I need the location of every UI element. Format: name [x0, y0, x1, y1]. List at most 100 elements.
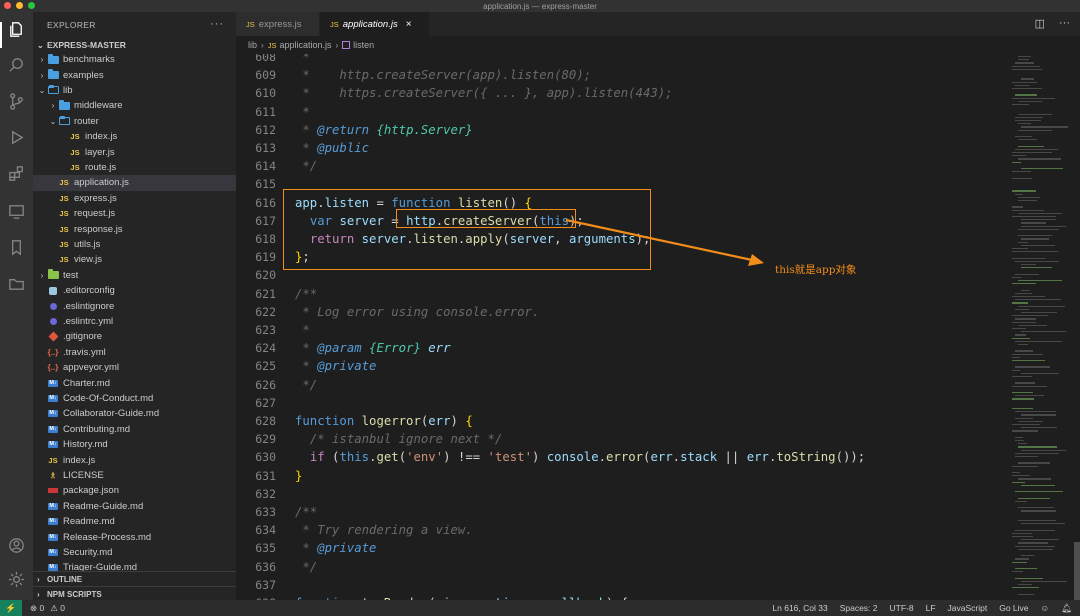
code-line[interactable]: 610 * https.createServer({ ... }, app).l… [236, 84, 1004, 102]
tree-item[interactable]: M↓ Release-Process.md [33, 529, 236, 544]
code-line[interactable]: 628 function logerror(err) { [236, 412, 1004, 430]
tree-item[interactable]: M↓ Contributing.md [33, 422, 236, 437]
code-line[interactable]: 633 /** [236, 503, 1004, 521]
tree-item[interactable]: › middleware [33, 98, 236, 113]
encoding[interactable]: UTF-8 [890, 603, 914, 613]
tree-item[interactable]: M↓ Collaborator-Guide.md [33, 406, 236, 421]
code-line[interactable]: 625 * @private [236, 357, 1004, 375]
tree-item[interactable]: M↓ History.md [33, 437, 236, 452]
folder-icon[interactable] [7, 274, 26, 293]
more-actions-icon[interactable]: ··· [1059, 17, 1070, 30]
close-window-button[interactable] [4, 2, 11, 9]
code-line[interactable]: 637 [236, 576, 1004, 594]
problems-indicator[interactable]: ⊗ 0 ⚠ 0 [30, 603, 65, 614]
language-mode[interactable]: JavaScript [948, 603, 988, 613]
tree-item[interactable]: JS layer.js [33, 144, 236, 159]
tree-item[interactable]: .editorconfig [33, 283, 236, 298]
breadcrumb-file[interactable]: application.js [279, 40, 331, 50]
minimap-code-line [1015, 260, 1060, 263]
breadcrumb-symbol[interactable]: listen [353, 40, 374, 50]
tree-item[interactable]: ⌄ lib [33, 83, 236, 98]
code-line[interactable]: 627 [236, 394, 1004, 412]
tree-item[interactable]: JS index.js [33, 452, 236, 467]
code-line[interactable]: 608 * [236, 54, 1004, 66]
explorer-icon[interactable] [7, 20, 26, 39]
more-actions-icon[interactable]: ··· [210, 18, 224, 30]
bookmarks-icon[interactable] [7, 238, 26, 257]
tree-item[interactable]: M↓ Readme.md [33, 514, 236, 529]
code-line[interactable]: 634 * Try rendering a view. [236, 521, 1004, 539]
minimap[interactable] [1004, 54, 1080, 600]
indentation[interactable]: Spaces: 2 [840, 603, 878, 613]
go-live-button[interactable]: Go Live [999, 603, 1028, 613]
tree-item[interactable]: JS route.js [33, 160, 236, 175]
code-line[interactable]: 636 */ [236, 558, 1004, 576]
remote-explorer-icon[interactable] [7, 202, 26, 221]
code-line[interactable]: 623 * [236, 321, 1004, 339]
search-icon[interactable] [7, 56, 26, 75]
tree-item[interactable]: JS application.js [33, 175, 236, 191]
zoom-window-button[interactable] [28, 2, 35, 9]
code-line[interactable]: 630 if (this.get('env') !== 'test') cons… [236, 448, 1004, 466]
minimap-code-line [1021, 244, 1056, 247]
code-line[interactable]: 614 */ [236, 157, 1004, 175]
code-line[interactable]: 626 */ [236, 376, 1004, 394]
source-control-icon[interactable] [7, 92, 26, 111]
run-debug-icon[interactable] [7, 128, 26, 147]
account-icon[interactable] [7, 536, 26, 555]
tree-item[interactable]: JS utils.js [33, 237, 236, 252]
outline-section[interactable]: › OUTLINE [33, 571, 236, 586]
project-root[interactable]: ⌄ EXPRESS-MASTER [33, 38, 236, 52]
tree-item[interactable]: › examples [33, 67, 236, 82]
tree-item[interactable]: › benchmarks [33, 52, 236, 67]
npm-scripts-section[interactable]: › NPM SCRIPTS [33, 586, 236, 600]
tree-item[interactable]: M↓ Code-Of-Conduct.md [33, 391, 236, 406]
code-editor[interactable]: 608 * 609 * http.createServer(app).listen… [236, 54, 1004, 600]
code-line[interactable]: 631} [236, 467, 1004, 485]
code-line[interactable]: 613 * @public [236, 139, 1004, 157]
tree-item[interactable]: ⌄ router [33, 114, 236, 129]
tree-item[interactable]: package.json [33, 483, 236, 498]
code-line[interactable]: 635 * @private [236, 539, 1004, 557]
close-tab-icon[interactable]: × [406, 19, 412, 30]
extensions-icon[interactable] [7, 164, 26, 183]
bell-icon[interactable]: 🔔︎ [1061, 603, 1072, 614]
tree-item[interactable]: {..} .travis.yml [33, 345, 236, 360]
tab-application-js[interactable]: JS application.js × [320, 12, 430, 36]
code-line[interactable]: 622 * Log error using console.error. [236, 303, 1004, 321]
js-file-icon: JS [69, 162, 81, 172]
tab-express-js[interactable]: JS express.js [236, 12, 320, 36]
code-line[interactable]: 621 /** [236, 285, 1004, 303]
tree-item[interactable]: JS view.js [33, 252, 236, 267]
minimap-slider[interactable] [1074, 542, 1080, 600]
tree-item[interactable]: M↓ Security.md [33, 545, 236, 560]
code-line[interactable]: 609 * http.createServer(app).listen(80); [236, 66, 1004, 84]
tree-item[interactable]: .gitignore [33, 329, 236, 344]
code-line[interactable]: 632 [236, 485, 1004, 503]
tree-item[interactable]: › test [33, 268, 236, 283]
code-line[interactable]: 612 * @return {http.Server} [236, 121, 1004, 139]
minimize-window-button[interactable] [16, 2, 23, 9]
feedback-icon[interactable]: ☺ [1041, 603, 1050, 613]
code-line[interactable]: 624 * @param {Error} err [236, 339, 1004, 357]
code-line[interactable]: 611 * [236, 103, 1004, 121]
tree-item[interactable]: ♗ LICENSE [33, 468, 236, 483]
tree-item[interactable]: JS index.js [33, 129, 236, 144]
tree-item[interactable]: JS express.js [33, 191, 236, 206]
tree-item[interactable]: M↓ Readme-Guide.md [33, 499, 236, 514]
tree-item[interactable]: {..} appveyor.yml [33, 360, 236, 375]
breadcrumb-folder[interactable]: lib [248, 40, 257, 50]
tree-item[interactable]: .eslintrc.yml [33, 314, 236, 329]
explorer-title: EXPLORER [47, 20, 96, 30]
tree-item[interactable]: .eslintignore [33, 298, 236, 313]
tree-item[interactable]: JS response.js [33, 221, 236, 236]
tree-item[interactable]: M↓ Charter.md [33, 375, 236, 390]
cursor-position[interactable]: Ln 616, Col 33 [772, 603, 827, 613]
end-of-line[interactable]: LF [926, 603, 936, 613]
tree-item[interactable]: JS request.js [33, 206, 236, 221]
code-line[interactable]: 629 /* istanbul ignore next */ [236, 430, 1004, 448]
minimap-code-line [1015, 350, 1033, 352]
remote-indicator-icon[interactable]: ⚡ [0, 600, 22, 616]
settings-gear-icon[interactable] [7, 570, 26, 589]
split-editor-icon[interactable]: ◫ [1035, 17, 1045, 30]
